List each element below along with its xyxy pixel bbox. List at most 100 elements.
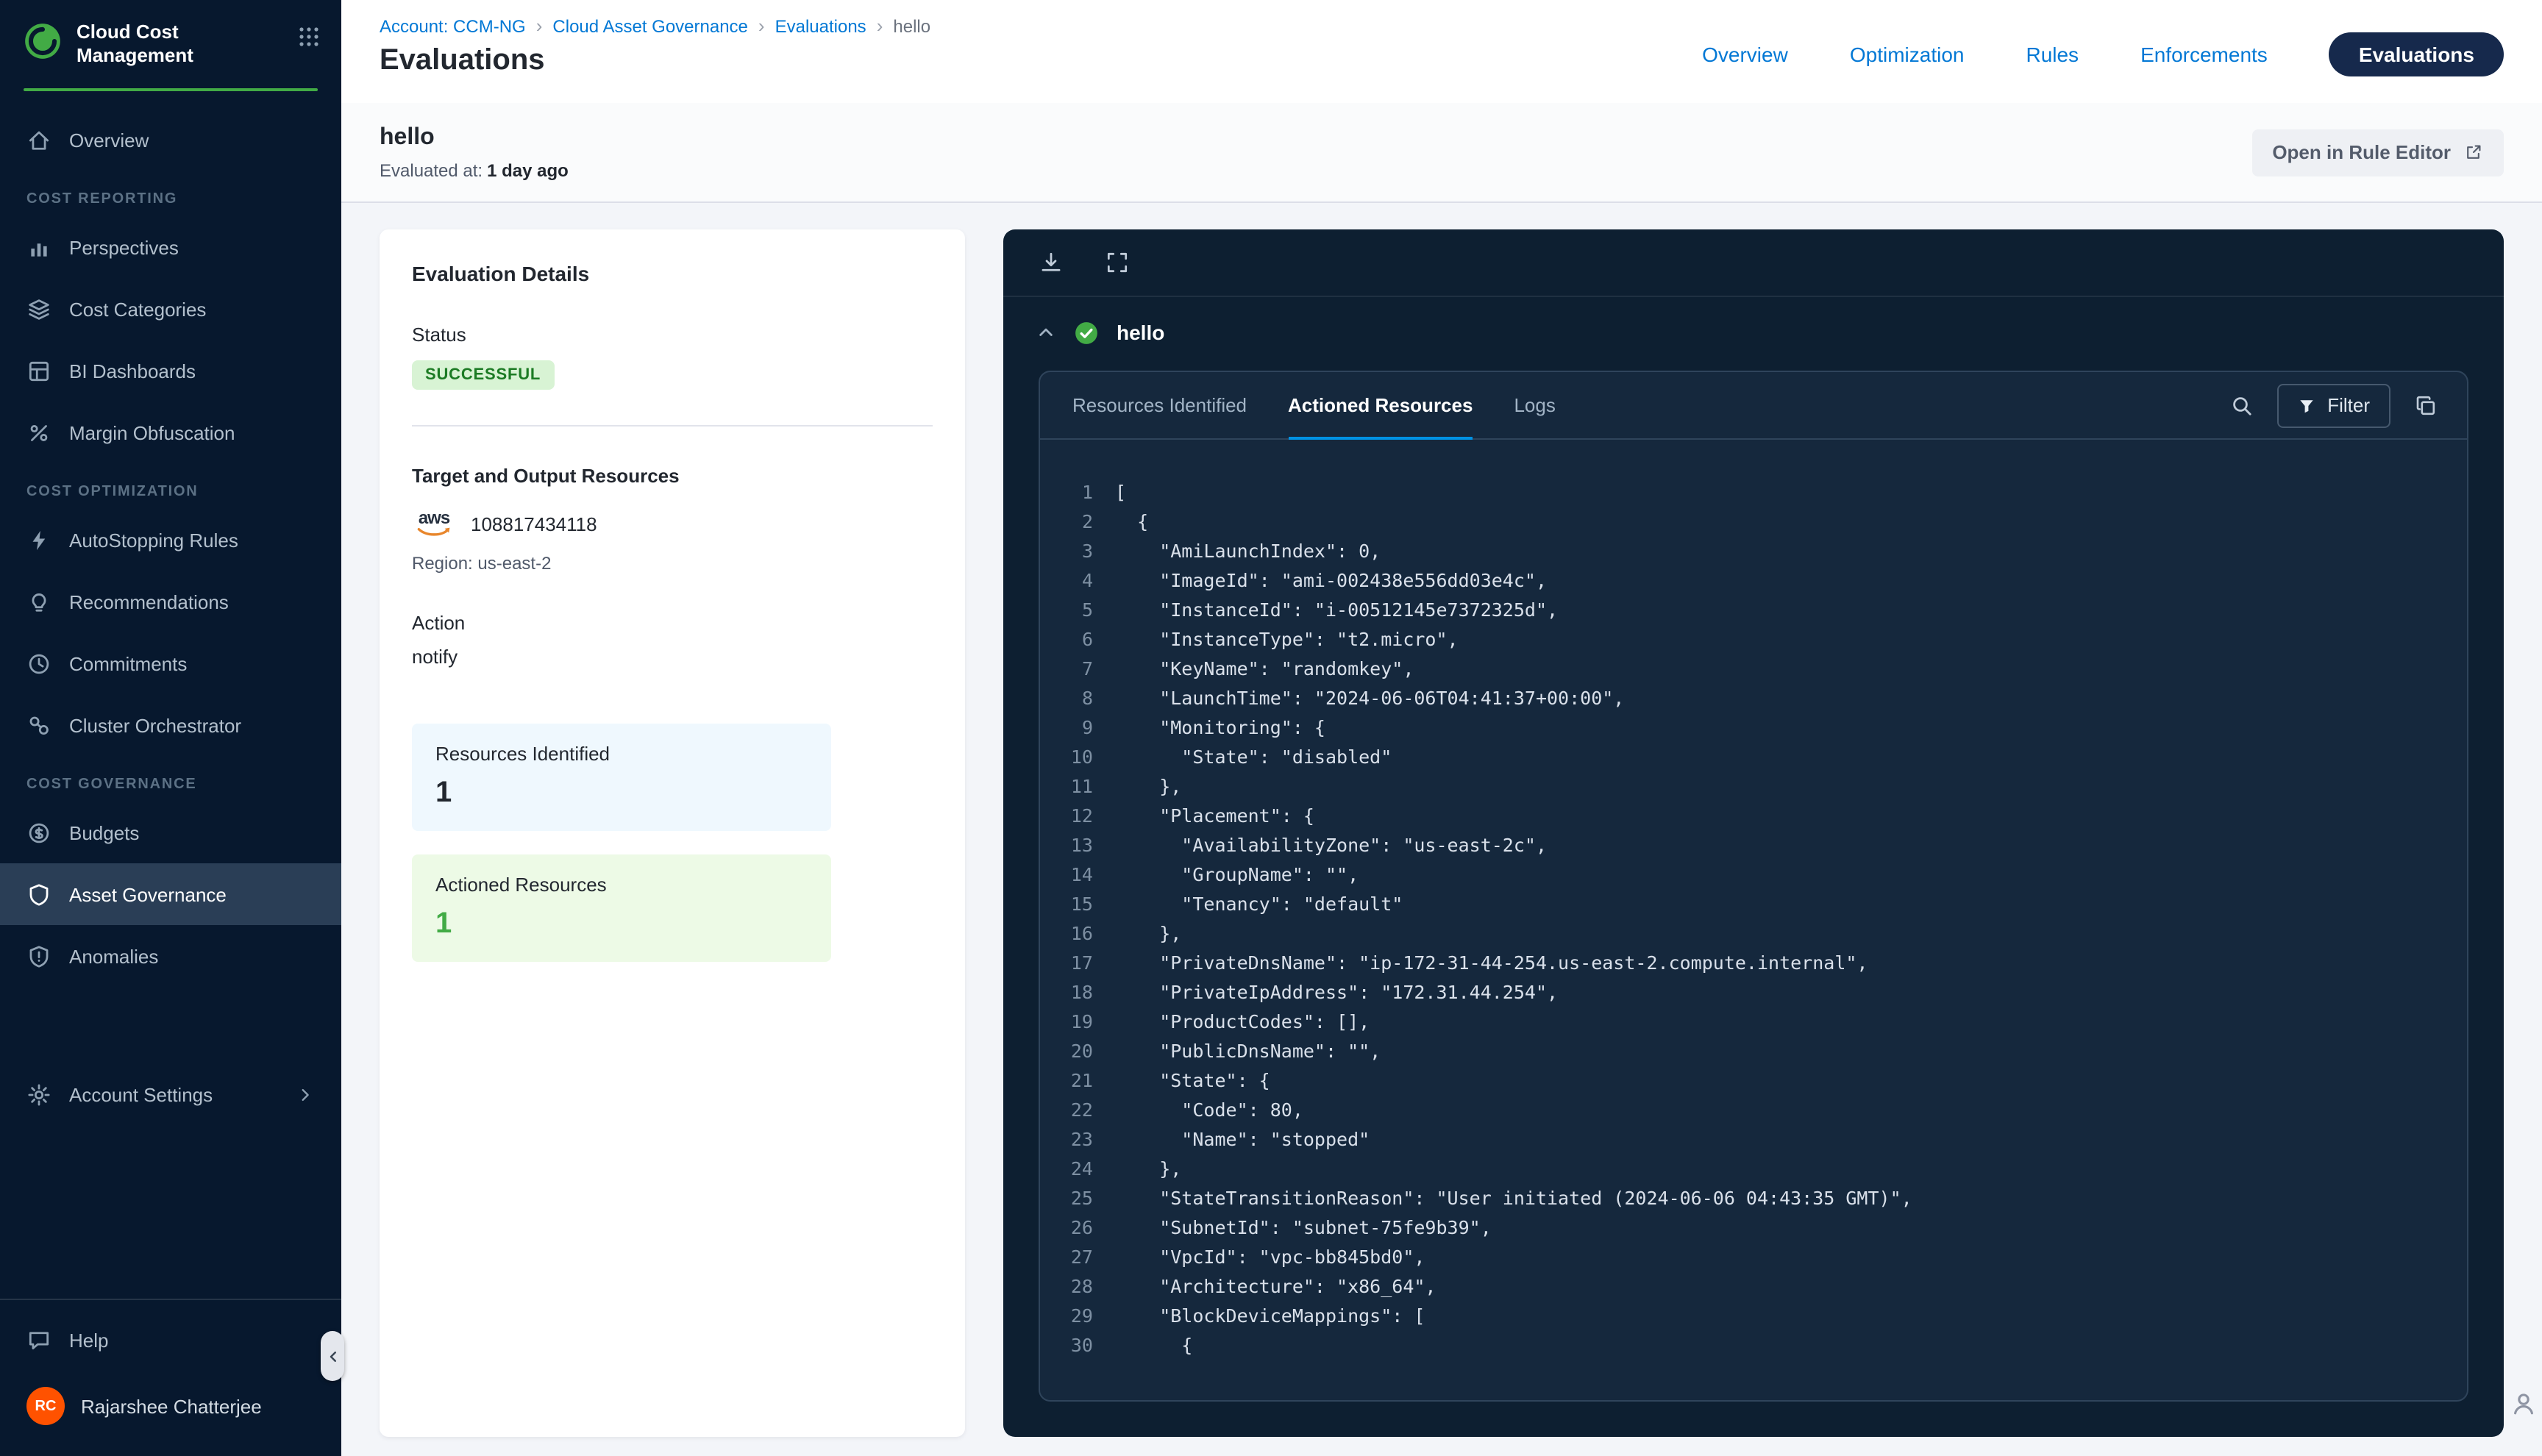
sidebar-item-label: Cost Categories: [69, 298, 206, 320]
breadcrumb-separator: ›: [526, 15, 553, 37]
line-number: 25: [1040, 1184, 1093, 1213]
target-resources-title: Target and Output Resources: [412, 465, 933, 487]
evaluation-viewer-panel: hello Resources Identified Actioned Resou…: [1003, 229, 2504, 1437]
sidebar-item-commitments[interactable]: Commitments: [0, 632, 341, 694]
code-line: 9 "Monitoring": {: [1040, 713, 2467, 743]
open-rule-editor-button[interactable]: Open in Rule Editor: [2251, 129, 2504, 176]
filter-button[interactable]: Filter: [2277, 383, 2390, 427]
copy-icon[interactable]: [2414, 393, 2438, 417]
breadcrumb-item[interactable]: Account: CCM-NG: [380, 15, 526, 36]
sidebar-section-label: COST REPORTING: [0, 171, 341, 216]
sidebar-item-overview[interactable]: Overview: [0, 109, 341, 171]
sidebar-item-label: AutoStopping Rules: [69, 529, 238, 551]
sidebar-item-anomalies[interactable]: Anomalies: [0, 925, 341, 987]
breadcrumb: Account: CCM-NG›Cloud Asset Governance›E…: [380, 15, 930, 37]
sidebar-item-label: Perspectives: [69, 236, 179, 258]
sidebar-item-perspectives[interactable]: Perspectives: [0, 216, 341, 278]
module-accent-bar: [24, 88, 318, 91]
sidebar-item-asset-governance[interactable]: Asset Governance: [0, 863, 341, 925]
help-button[interactable]: Help: [0, 1309, 341, 1371]
line-number: 5: [1040, 596, 1093, 625]
feedback-widget-icon[interactable]: [2510, 1390, 2538, 1418]
budget-icon: [26, 820, 51, 845]
evaluated-at: Evaluated at:1 day ago: [380, 160, 569, 180]
viewer-tabs-row: Resources Identified Actioned Resources Lo…: [1040, 372, 2467, 440]
code-line: 11 },: [1040, 772, 2467, 802]
header-nav-rules[interactable]: Rules: [2026, 43, 2079, 66]
sidebar-item-margin-obfuscation[interactable]: Margin Obfuscation: [0, 402, 341, 463]
code-text: "Monitoring": {: [1093, 713, 1325, 743]
main-area: Account: CCM-NG›Cloud Asset Governance›E…: [341, 0, 2542, 1456]
sidebar-item-label: Cluster Orchestrator: [69, 714, 241, 736]
code-text: "PublicDnsName": "",: [1093, 1037, 1381, 1066]
code-text: [: [1093, 478, 1126, 507]
line-number: 10: [1040, 743, 1093, 772]
home-icon: [26, 127, 51, 152]
code-line: 14 "GroupName": "",: [1040, 860, 2467, 890]
external-link-icon: [2464, 143, 2483, 162]
code-text: "KeyName": "randomkey",: [1093, 654, 1414, 684]
line-number: 17: [1040, 949, 1093, 978]
code-text: {: [1093, 507, 1148, 537]
tab-resources-identified[interactable]: Resources Identified: [1072, 372, 1247, 440]
header-nav-optimization[interactable]: Optimization: [1850, 43, 1965, 66]
sidebar-item-label: Overview: [69, 129, 149, 151]
categories-icon: [26, 296, 51, 321]
clock-icon: [26, 651, 51, 676]
collapse-chevron-icon[interactable]: [1036, 322, 1056, 343]
header-nav-overview[interactable]: Overview: [1702, 43, 1788, 66]
code-text: "State": "disabled": [1093, 743, 1392, 772]
line-number: 14: [1040, 860, 1093, 890]
gear-icon: [26, 1082, 51, 1107]
code-viewer[interactable]: 1[2 {3 "AmiLaunchIndex": 0,4 "ImageId": …: [1040, 440, 2467, 1400]
line-number: 23: [1040, 1125, 1093, 1155]
code-line: 30 {: [1040, 1331, 2467, 1360]
download-icon[interactable]: [1039, 250, 1064, 275]
user-profile[interactable]: RC Rajarshee Chatterjee: [0, 1371, 341, 1441]
evaluation-subheader: hello Evaluated at:1 day ago Open in Rul…: [341, 103, 2542, 203]
sidebar-item-account-settings[interactable]: Account Settings: [0, 1063, 341, 1125]
sidebar-item-recommendations[interactable]: Recommendations: [0, 571, 341, 632]
sidebar-item-budgets[interactable]: Budgets: [0, 802, 341, 863]
code-line: 18 "PrivateIpAddress": "172.31.44.254",: [1040, 978, 2467, 1007]
sidebar-item-bi-dashboards[interactable]: BI Dashboards: [0, 340, 341, 402]
code-text: "Code": 80,: [1093, 1096, 1303, 1125]
sidebar-item-label: Margin Obfuscation: [69, 421, 235, 443]
sidebar-item-cluster-orchestrator[interactable]: Cluster Orchestrator: [0, 694, 341, 756]
avatar: RC: [26, 1387, 65, 1425]
aws-logo-icon: aws: [412, 510, 456, 538]
tab-actioned-resources[interactable]: Actioned Resources: [1288, 372, 1473, 440]
viewer-title-row: hello: [1003, 297, 2504, 368]
fullscreen-icon[interactable]: [1105, 250, 1130, 275]
line-number: 8: [1040, 684, 1093, 713]
sidebar-collapse-handle[interactable]: [321, 1331, 344, 1381]
code-text: "ImageId": "ami-002438e556dd03e4c",: [1093, 566, 1547, 596]
sidebar-header: Cloud Cost Management: [0, 0, 341, 82]
header-nav-evaluations[interactable]: Evaluations: [2329, 32, 2504, 76]
code-text: "VpcId": "vpc-bb845bd0",: [1093, 1243, 1425, 1272]
line-number: 24: [1040, 1155, 1093, 1184]
content-area: Evaluation Details Status SUCCESSFUL Tar…: [341, 203, 2542, 1456]
line-number: 21: [1040, 1066, 1093, 1096]
sidebar-item-label: Anomalies: [69, 945, 158, 967]
success-check-icon: [1074, 320, 1099, 345]
tab-logs[interactable]: Logs: [1514, 372, 1555, 440]
app-title: Cloud Cost Management: [76, 21, 282, 68]
sidebar-item-autostopping-rules[interactable]: AutoStopping Rules: [0, 509, 341, 571]
code-text: "InstanceType": "t2.micro",: [1093, 625, 1459, 654]
code-line: 26 "SubnetId": "subnet-75fe9b39",: [1040, 1213, 2467, 1243]
user-name: Rajarshee Chatterjee: [81, 1395, 262, 1417]
code-line: 23 "Name": "stopped": [1040, 1125, 2467, 1155]
breadcrumb-item[interactable]: Evaluations: [775, 15, 866, 36]
code-text: "PrivateIpAddress": "172.31.44.254",: [1093, 978, 1558, 1007]
module-picker-icon[interactable]: [297, 25, 321, 49]
header-nav-enforcements[interactable]: Enforcements: [2140, 43, 2268, 66]
app-root: Cloud Cost Management Overview COST REPOR…: [0, 0, 2542, 1456]
breadcrumb-item[interactable]: Cloud Asset Governance: [552, 15, 748, 36]
evaluated-at-value: 1 day ago: [487, 160, 569, 180]
sidebar-item-cost-categories[interactable]: Cost Categories: [0, 278, 341, 340]
code-line: 21 "State": {: [1040, 1066, 2467, 1096]
sidebar: Cloud Cost Management Overview COST REPOR…: [0, 0, 341, 1456]
search-icon[interactable]: [2230, 393, 2254, 417]
breadcrumb-separator: ›: [748, 15, 775, 37]
